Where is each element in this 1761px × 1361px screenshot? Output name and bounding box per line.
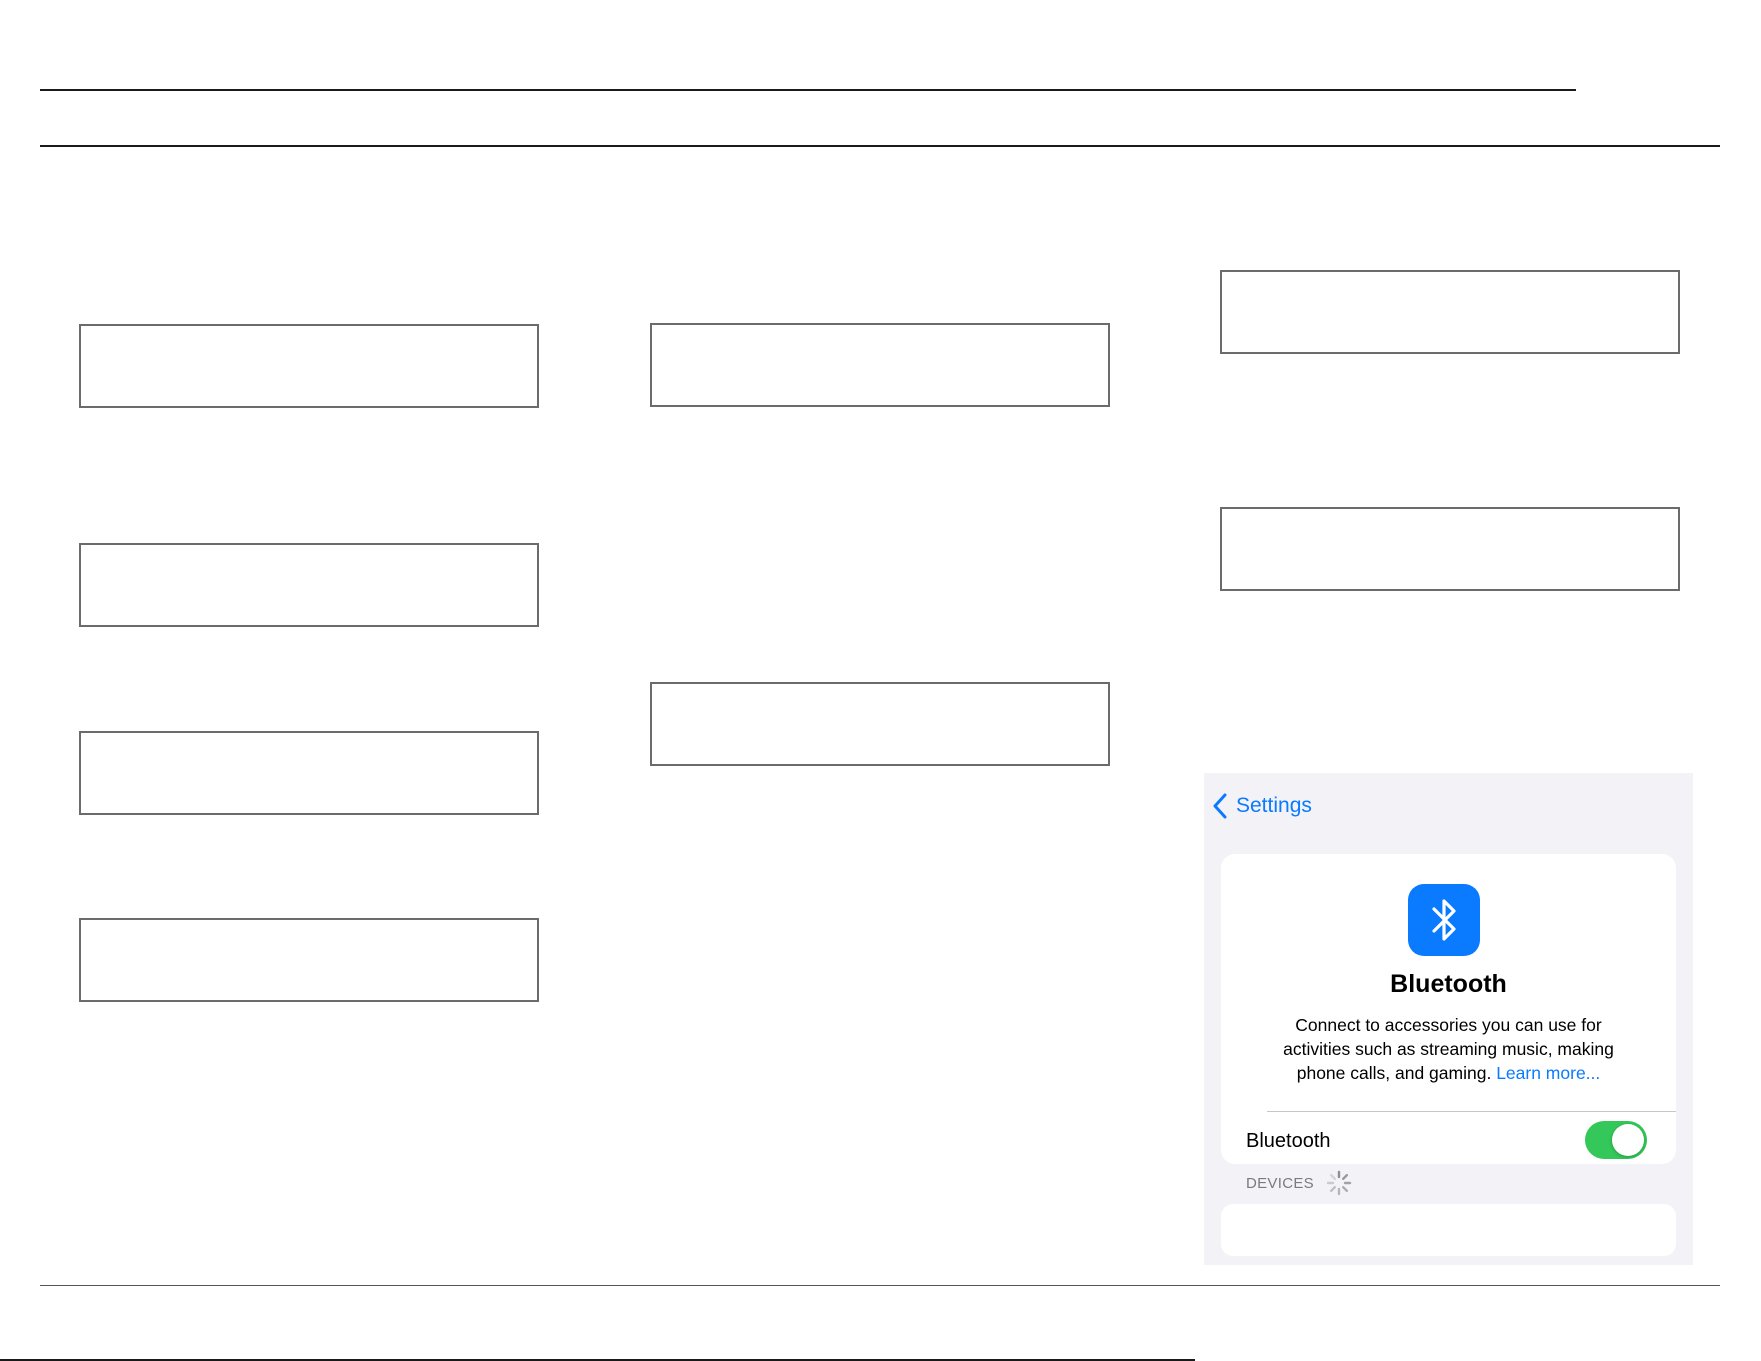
empty-label-box <box>650 323 1110 407</box>
bluetooth-icon <box>1408 884 1480 956</box>
toggle-knob <box>1612 1124 1644 1156</box>
empty-label-box <box>79 731 539 815</box>
empty-label-box <box>79 918 539 1002</box>
empty-label-box <box>79 543 539 627</box>
loading-spinner-icon <box>1326 1170 1352 1196</box>
bluetooth-toggle[interactable] <box>1585 1121 1647 1159</box>
empty-label-box <box>1220 270 1680 354</box>
settings-back-button[interactable]: Settings <box>1212 789 1312 823</box>
back-label: Settings <box>1236 794 1312 817</box>
chevron-left-icon <box>1213 793 1227 819</box>
bluetooth-settings-panel: Settings Bluetooth Connect to accessorie… <box>1204 773 1693 1265</box>
bluetooth-card: Bluetooth Connect to accessories you can… <box>1221 854 1676 1164</box>
header-rule <box>40 145 1720 147</box>
empty-label-box <box>1220 507 1680 591</box>
bluetooth-description: Connect to accessories you can use for a… <box>1261 1013 1636 1085</box>
empty-label-box <box>650 682 1110 766</box>
devices-list <box>1221 1204 1676 1256</box>
divider <box>1267 1111 1676 1112</box>
top-rule <box>40 89 1576 91</box>
bluetooth-toggle-label: Bluetooth <box>1246 1130 1331 1152</box>
empty-label-box <box>79 324 539 408</box>
learn-more-link[interactable]: Learn more... <box>1496 1063 1600 1083</box>
footer-rule <box>40 1285 1720 1286</box>
page-title: Bluetooth <box>1390 970 1507 998</box>
devices-section-header: DEVICES <box>1246 1170 1352 1196</box>
devices-header-label: DEVICES <box>1246 1174 1314 1192</box>
